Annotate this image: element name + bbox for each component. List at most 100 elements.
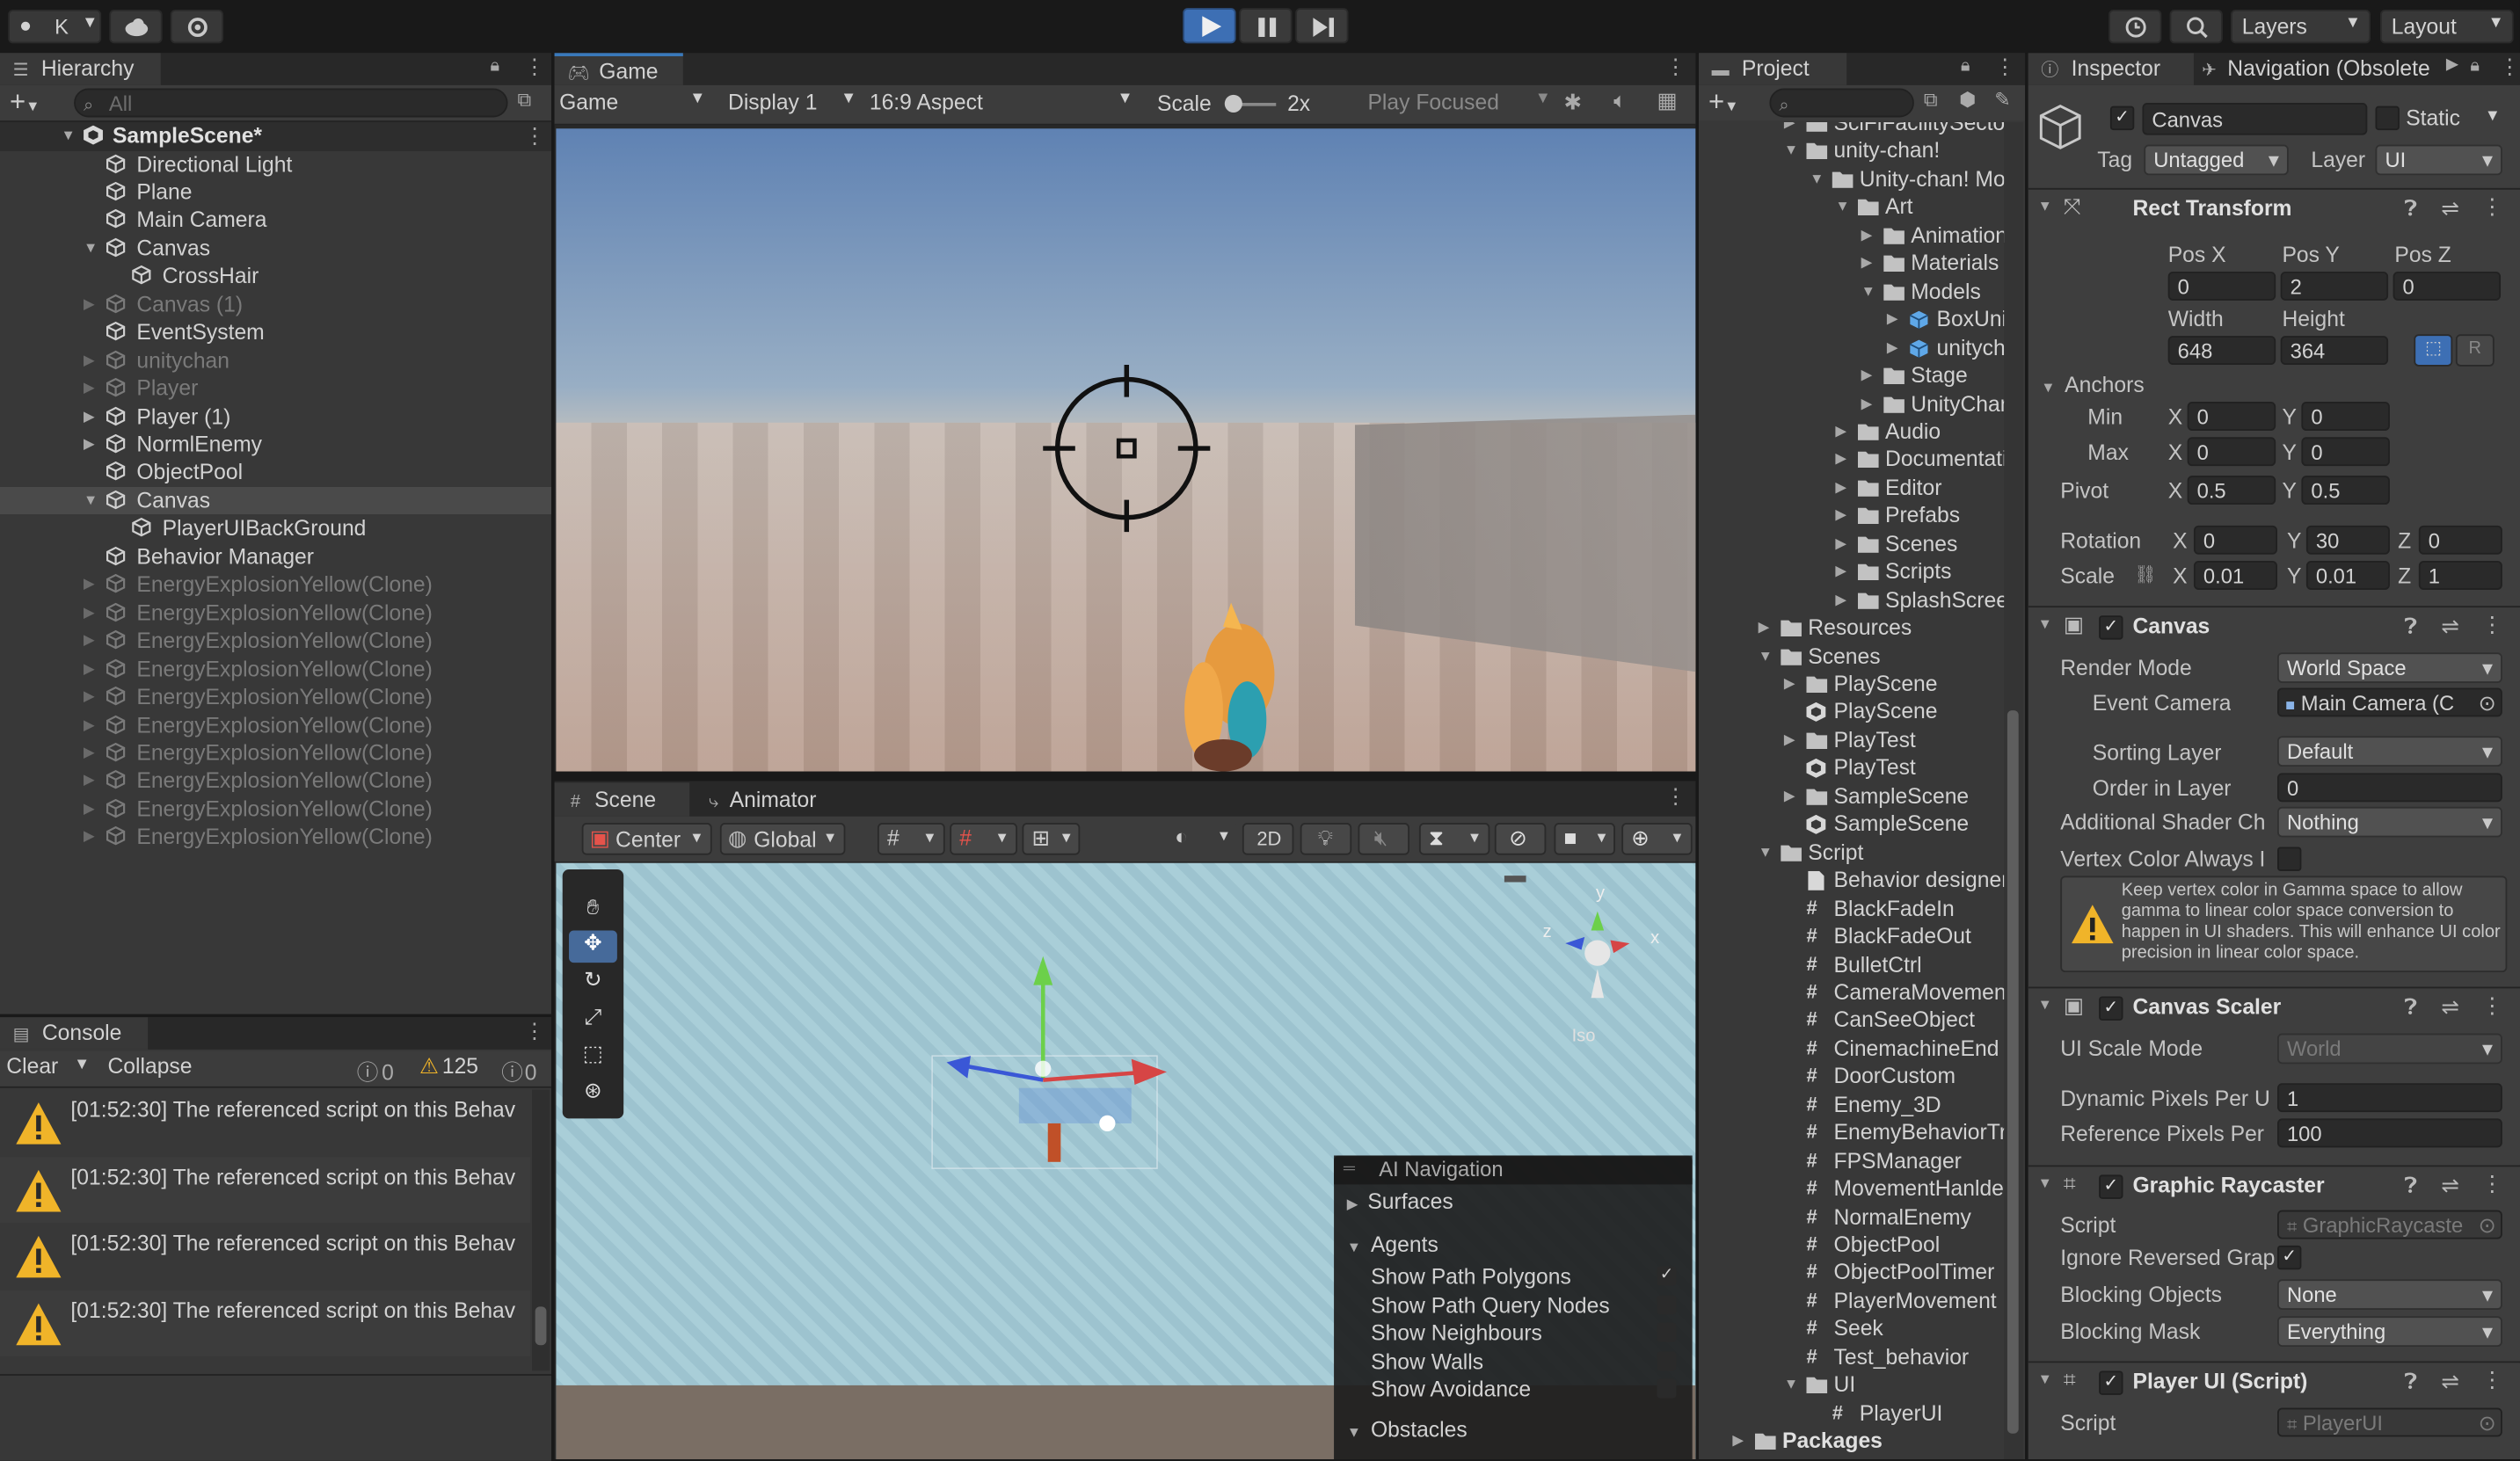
project-item[interactable]: ▶ Scripts xyxy=(1699,558,2004,586)
expand-arrow-icon[interactable]: ▶ xyxy=(1835,446,1848,474)
draw-mode-dropdown[interactable]: ◐ ▼ xyxy=(1166,823,1238,855)
canvas-scaler-header[interactable]: ▼ ▣ ✓ Canvas Scaler ❓︎ ⇌ ⋮ xyxy=(2028,986,2520,1028)
tab-console[interactable]: ▤ Console xyxy=(0,1017,149,1050)
project-item[interactable]: ▶ Packages xyxy=(1699,1428,2004,1456)
increment-snap-toggle[interactable]: # ▼ xyxy=(950,823,1017,855)
project-item[interactable]: ▶ UnityChanS xyxy=(1699,389,2005,418)
project-item[interactable]: SampleScene xyxy=(1699,810,2004,839)
nav-option-checkbox[interactable] xyxy=(1657,1350,1677,1370)
hierarchy-item[interactable]: ▶ NormlEnemy xyxy=(0,431,551,459)
console-message[interactable]: [01:52:30] The referenced script on this… xyxy=(0,1156,531,1223)
add-dropdown[interactable]: +▼ xyxy=(1708,87,1738,120)
expand-arrow-icon[interactable]: ▶ xyxy=(1861,250,1875,278)
hierarchy-item[interactable]: PlayerUIBackGround xyxy=(0,515,551,543)
rotation-x-field[interactable]: 0 xyxy=(2193,525,2277,555)
static-checkbox[interactable] xyxy=(2375,105,2400,131)
expand-arrow-icon[interactable]: ▶ xyxy=(1861,222,1875,250)
play-button[interactable] xyxy=(1183,8,1236,44)
rotate-tool[interactable]: ↻ xyxy=(569,968,617,1000)
more-menu-icon[interactable]: ⋮ xyxy=(1994,55,2015,80)
layer-dropdown[interactable]: UI xyxy=(2375,144,2502,176)
anchor-min-y-field[interactable]: 0 xyxy=(2301,402,2390,431)
scale-tool[interactable]: ⤢ xyxy=(569,1005,617,1037)
more-menu-icon[interactable]: ⋮ xyxy=(2481,1368,2503,1393)
more-menu-icon[interactable]: ⋮ xyxy=(524,1019,545,1044)
collapse-arrow-icon[interactable]: ▼ xyxy=(1784,1371,1798,1399)
lighting-toggle[interactable]: 💡︎ xyxy=(1300,823,1352,855)
help-icon[interactable]: ❓︎ xyxy=(2404,1174,2417,1199)
more-menu-icon[interactable]: ⋮ xyxy=(524,55,545,80)
overlay-header[interactable]: ═ AI Navigation xyxy=(1334,1155,1693,1185)
expand-arrow-icon[interactable]: ▶ xyxy=(84,627,97,655)
more-menu-icon[interactable]: ⋮ xyxy=(2481,194,2503,220)
obstacles-foldout[interactable]: ▼ Obstacles xyxy=(1347,1416,1468,1445)
hierarchy-item[interactable]: ▶ EnergyExplosionYellow(Clone) xyxy=(0,571,551,599)
order-in-layer-field[interactable]: 0 xyxy=(2276,773,2502,803)
project-item[interactable]: ▼ UI xyxy=(1699,1371,2004,1399)
game-mode-dropdown[interactable]: Game ▼ xyxy=(559,90,712,119)
expand-arrow-icon[interactable]: ▶ xyxy=(84,403,97,431)
project-item[interactable]: ▼ Models xyxy=(1699,278,2004,306)
anchor-min-x-field[interactable]: 0 xyxy=(2187,402,2276,431)
hierarchy-item[interactable]: ▶ EnergyExplosionYellow(Clone) xyxy=(0,683,551,711)
link-scale-icon[interactable]: ⛓︎ xyxy=(2134,564,2157,585)
project-item[interactable]: # BlackFadeOut xyxy=(1699,922,2004,950)
undo-history-button[interactable] xyxy=(2108,9,2162,44)
collapse-arrow-icon[interactable]: ▼ xyxy=(1835,193,1849,222)
game-viewport[interactable] xyxy=(556,128,1696,772)
project-item[interactable]: Behavior designer c xyxy=(1699,867,2004,895)
project-item[interactable]: # Seek xyxy=(1699,1315,2004,1343)
pause-button[interactable] xyxy=(1239,8,1293,44)
hierarchy-item[interactable]: Plane xyxy=(0,178,551,207)
drag-handle-icon[interactable]: ▬ xyxy=(1504,863,1526,887)
expand-arrow-icon[interactable]: ▶ xyxy=(1759,614,1772,643)
width-field[interactable]: 648 xyxy=(2167,336,2276,366)
chevron-down-icon[interactable]: ▼ xyxy=(74,1056,90,1073)
expand-arrow-icon[interactable]: ▶ xyxy=(84,374,97,403)
rect-tool[interactable]: ⬚ xyxy=(569,1042,617,1074)
expand-arrow-icon[interactable]: ▶ xyxy=(84,739,97,767)
hierarchy-item[interactable]: ▶ EnergyExplosionYellow(Clone) xyxy=(0,767,551,796)
project-item[interactable]: # Enemy_3D xyxy=(1699,1091,2004,1119)
console-message[interactable]: [01:52:30] The referenced script on this… xyxy=(0,1290,531,1356)
move-tool[interactable]: ✥ xyxy=(569,930,617,963)
project-item[interactable]: ▼ Script xyxy=(1699,839,2004,867)
ignore-reversed-checkbox[interactable]: ✓ xyxy=(2276,1245,2302,1270)
agents-foldout[interactable]: ▼ Agents xyxy=(1347,1231,1438,1260)
collab-button[interactable] xyxy=(170,9,224,44)
project-item[interactable]: ▶ Animations xyxy=(1699,222,2005,250)
project-item[interactable]: ▶ Materials xyxy=(1699,250,2004,278)
hierarchy-item[interactable]: ▶ EnergyExplosionYellow(Clone) xyxy=(0,796,551,824)
add-dropdown[interactable]: +▼ xyxy=(10,87,40,120)
object-picker-icon[interactable]: ⊙ xyxy=(2479,689,2496,715)
project-item[interactable]: ▶ Stage xyxy=(1699,361,2004,389)
nav-option[interactable]: Show Neighbours xyxy=(1371,1319,1684,1347)
expand-arrow-icon[interactable]: ▶ xyxy=(1732,1428,1745,1456)
dynamic-pixels-field[interactable]: 1 xyxy=(2276,1083,2502,1113)
hierarchy-item[interactable]: ▶ unitychan xyxy=(0,346,551,374)
hierarchy-item[interactable]: ▶ EnergyExplosionYellow(Clone) xyxy=(0,824,551,852)
render-mode-dropdown[interactable]: World Space xyxy=(2276,652,2502,683)
expand-arrow-icon[interactable]: ▶ xyxy=(1835,530,1848,558)
expand-arrow-icon[interactable]: ▶ xyxy=(1861,389,1875,418)
canvas-component-header[interactable]: ▼ ▣ ✓ Canvas ❓︎ ⇌ ⋮ xyxy=(2028,606,2520,646)
hierarchy-item[interactable]: ObjectPool xyxy=(0,459,551,487)
project-item[interactable]: # CanSeeObject xyxy=(1699,1007,2004,1035)
expand-arrow-icon[interactable]: ▶ xyxy=(1784,726,1797,754)
shader-channels-dropdown[interactable]: Nothing xyxy=(2276,806,2502,838)
blocking-mask-dropdown[interactable]: Everything xyxy=(2276,1316,2502,1348)
height-field[interactable]: 364 xyxy=(2280,336,2389,366)
console-message[interactable]: [01:52:30] The referenced script on this… xyxy=(0,1223,531,1290)
project-item[interactable]: # ObjectPool xyxy=(1699,1231,2004,1259)
expand-arrow-icon[interactable]: ▶ xyxy=(1887,306,1900,334)
orientation-gizmo[interactable]: y x z xyxy=(1536,876,1664,1036)
hierarchy-item[interactable]: CrossHair xyxy=(0,263,551,291)
raycaster-enabled-checkbox[interactable]: ✓ xyxy=(2099,1174,2123,1199)
blueprint-mode-button[interactable]: ⬚ xyxy=(2414,334,2453,367)
project-item[interactable]: ▶ unitychar xyxy=(1699,334,2004,362)
project-item[interactable]: ▶ Prefabs xyxy=(1699,502,2004,530)
bug-icon[interactable]: ✱ xyxy=(1563,90,1582,115)
ruler-toggle[interactable]: ⊞ ▼ xyxy=(1022,823,1081,855)
collapse-arrow-icon[interactable]: ▼ xyxy=(1861,278,1875,306)
play-focused-dropdown[interactable]: Play Focused ▼ xyxy=(1367,90,1550,119)
